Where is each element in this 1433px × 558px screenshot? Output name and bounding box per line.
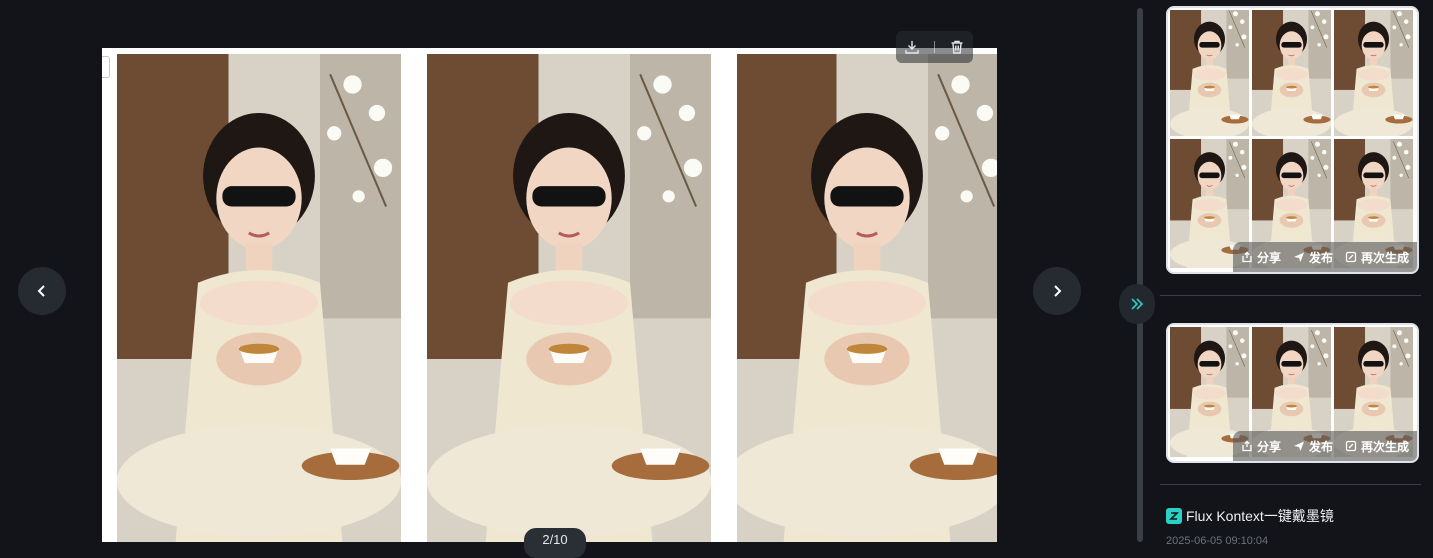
regenerate-label: 再次生成 — [1360, 250, 1409, 265]
regenerate-icon — [1345, 440, 1357, 452]
send-icon — [1293, 441, 1304, 451]
share-icon — [1242, 251, 1252, 263]
previous-image-button[interactable] — [18, 267, 66, 315]
double-chevron-right-icon — [1131, 298, 1144, 310]
next-image-button[interactable] — [1033, 267, 1081, 315]
chevron-right-icon — [1054, 285, 1062, 297]
model-title-text: Flux Kontext一键戴墨镜 — [1186, 508, 1334, 524]
publish-button[interactable]: 发布 — [1293, 249, 1333, 266]
history-card[interactable]: 分享 发布 再次生成 — [1166, 323, 1419, 463]
scrollbar[interactable] — [1137, 8, 1143, 542]
download-icon[interactable] — [901, 36, 923, 58]
card-actions: 分享 发布 再次生成 — [1232, 431, 1417, 461]
model-logo-icon — [1166, 508, 1182, 524]
thumbnail[interactable] — [1334, 10, 1413, 136]
image-viewer: 2/10 — [0, 0, 1120, 558]
divider — [1160, 295, 1421, 296]
share-button[interactable]: 分享 — [1241, 438, 1281, 455]
toolbar-divider — [933, 41, 935, 53]
share-icon — [1242, 440, 1252, 452]
generated-image-2[interactable] — [427, 54, 711, 542]
regenerate-label: 再次生成 — [1360, 439, 1409, 454]
card-actions: 分享 发布 再次生成 — [1232, 242, 1417, 272]
regenerate-icon — [1345, 251, 1357, 263]
share-button[interactable]: 分享 — [1241, 249, 1281, 266]
chevron-left-icon — [37, 285, 45, 297]
thumbnail[interactable] — [1170, 10, 1249, 136]
select-checkbox-icon[interactable] — [102, 56, 110, 78]
image-toolbar — [896, 31, 973, 63]
model-title[interactable]: Flux Kontext一键戴墨镜 — [1166, 506, 1334, 526]
thumbnail[interactable] — [1252, 10, 1331, 136]
publish-label: 发布 — [1308, 439, 1333, 454]
generated-image-1[interactable] — [117, 54, 401, 542]
history-sidebar: 分享 发布 再次生成 分享 发布 再次生成 Flux Kontext一键戴墨镜 … — [1150, 0, 1433, 547]
publish-button[interactable]: 发布 — [1293, 438, 1333, 455]
regenerate-button[interactable]: 再次生成 — [1345, 249, 1409, 266]
page-indicator: 2/10 — [524, 528, 586, 558]
regenerate-button[interactable]: 再次生成 — [1345, 438, 1409, 455]
send-icon — [1293, 252, 1304, 262]
history-card[interactable]: 分享 发布 再次生成 — [1166, 6, 1419, 274]
share-label: 分享 — [1256, 250, 1281, 265]
share-label: 分享 — [1256, 439, 1281, 454]
trash-icon[interactable] — [946, 36, 968, 58]
timestamp: 2025-06-05 09:10:04 — [1166, 535, 1269, 547]
divider — [1160, 484, 1421, 485]
generated-image-3[interactable] — [737, 54, 997, 542]
image-stage — [102, 48, 997, 542]
publish-label: 发布 — [1308, 250, 1333, 265]
